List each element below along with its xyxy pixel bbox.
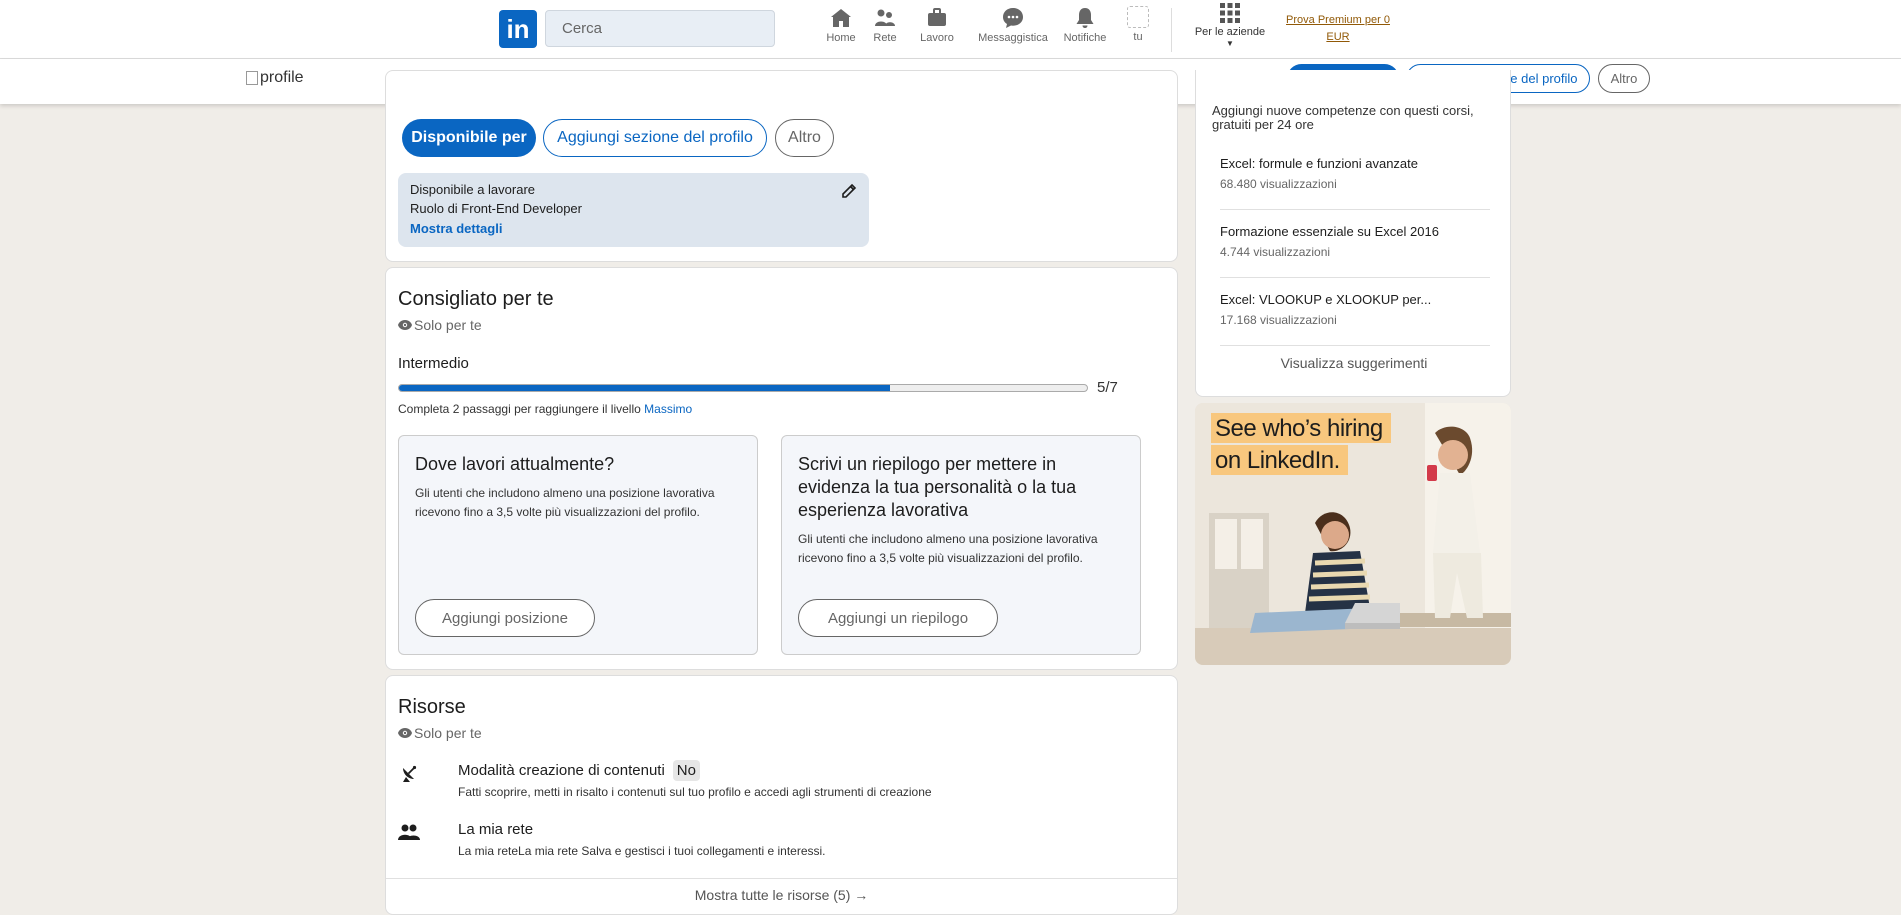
resources-visibility: Solo per te	[398, 725, 482, 741]
pencil-icon[interactable]	[841, 183, 857, 199]
suggestion-title: Dove lavori attualmente?	[415, 454, 615, 474]
learning-intro: Aggiungi nuove competenze con questi cor…	[1212, 103, 1474, 132]
premium-line-2: EUR	[1326, 31, 1350, 43]
more-button[interactable]: Altro	[775, 119, 834, 157]
chevron-down-icon: ▼	[1226, 39, 1234, 48]
nav-jobs-label: Lavoro	[920, 32, 954, 44]
recommended-visibility-label: Solo per te	[414, 317, 482, 333]
nav-network-label: Rete	[873, 32, 897, 44]
show-all-resources-link[interactable]: Mostra tutte le risorse (5) →	[386, 887, 1177, 903]
global-nav: in Cerca Home Rete Lavoro Messaggistica …	[0, 0, 1901, 59]
recommended-title: Consigliato per te	[398, 288, 554, 310]
linkedin-logo[interactable]: in	[499, 10, 537, 48]
suggestion-body: Gli utenti che includono almeno una posi…	[415, 486, 715, 519]
eye-icon	[398, 320, 412, 330]
resources-visibility-label: Solo per te	[414, 725, 482, 741]
hiring-ad-banner[interactable]: See who’s hiring on LinkedIn.	[1195, 403, 1511, 665]
progress-count: 5/7	[1097, 379, 1118, 396]
nav-me-label: tu	[1133, 31, 1143, 43]
home-icon	[831, 9, 851, 27]
course-title: Excel: formule e funzioni avanzate	[1220, 156, 1418, 171]
search-input[interactable]: Cerca	[545, 10, 775, 47]
recommended-card: Consigliato per te Solo per te Intermedi…	[385, 267, 1178, 670]
nav-network[interactable]: Rete	[857, 6, 913, 44]
course-item[interactable]: Excel: formule e funzioni avanzate 68.48…	[1220, 156, 1490, 191]
search-placeholder: Cerca	[562, 20, 603, 37]
available-button[interactable]: Disponibile per	[402, 119, 536, 157]
open-to-work-title: Disponibile a lavorare	[410, 182, 536, 197]
open-to-work-role: Ruolo di Front-End Developer	[410, 201, 582, 216]
progress-bar-fill	[399, 385, 891, 391]
nav-me[interactable]: tu	[1120, 6, 1156, 43]
course-divider	[1220, 345, 1490, 346]
ad-headline-line-2: on LinkedIn.	[1211, 445, 1348, 475]
nav-jobs[interactable]: Lavoro	[909, 6, 965, 44]
broken-image-icon	[246, 71, 258, 85]
show-details-link[interactable]: Mostra dettagli	[410, 221, 502, 236]
my-network-title[interactable]: La mia rete	[458, 821, 533, 838]
course-item[interactable]: Formazione essenziale su Excel 2016 4.74…	[1220, 224, 1490, 259]
premium-line-1: Prova Premium per 0	[1286, 14, 1390, 26]
course-title: Excel: VLOOKUP e XLOOKUP per...	[1220, 292, 1432, 307]
bell-icon	[1076, 8, 1094, 28]
add-section-button[interactable]: Aggiungi sezione del profilo	[543, 119, 767, 157]
nav-notifications-label: Notifiche	[1063, 32, 1107, 44]
eye-icon	[398, 728, 412, 738]
my-network-desc: La mia reteLa mia rete Salva e gestisci …	[458, 844, 826, 858]
status-badge: No	[672, 760, 700, 781]
course-divider	[1220, 209, 1490, 210]
nav-messaging-label: Messaggistica	[978, 32, 1048, 44]
progress-bar	[398, 384, 1088, 392]
creator-mode-desc: Fatti scoprire, metti in risalto i conte…	[458, 785, 932, 799]
level-label: Intermedio	[398, 355, 469, 372]
avatar	[1127, 6, 1149, 28]
recommended-visibility: Solo per te	[398, 317, 482, 333]
suggestion-title: Scrivi un riepilogo per mettere in evide…	[798, 454, 1077, 520]
course-item[interactable]: Excel: VLOOKUP e XLOOKUP per... 17.168 v…	[1220, 292, 1490, 327]
nav-business-label: Per le aziende	[1194, 26, 1266, 38]
course-divider	[1220, 277, 1490, 278]
progress-hint-level[interactable]: Massimo	[644, 402, 692, 416]
resources-card: Risorse Solo per te Modalità creazione d…	[385, 675, 1178, 915]
resources-divider	[386, 878, 1177, 879]
creator-mode-title: Modalità creazione di contenuti	[458, 762, 665, 779]
nav-notifications[interactable]: Notifiche	[1057, 6, 1113, 44]
show-suggestions-link[interactable]: Visualizza suggerimenti	[1196, 355, 1512, 371]
briefcase-icon	[928, 8, 946, 26]
nav-messaging[interactable]: Messaggistica	[975, 6, 1051, 44]
course-title: Formazione essenziale su Excel 2016	[1220, 224, 1439, 239]
nav-home-label: Home	[826, 32, 856, 44]
profile-alt-text: profile	[260, 69, 304, 86]
people-icon	[398, 824, 420, 840]
learning-card: Aggiungi nuove competenze con questi cor…	[1195, 70, 1511, 397]
course-views: 68.480 visualizzazioni	[1220, 177, 1337, 191]
resources-title: Risorse	[398, 696, 466, 718]
course-views: 17.168 visualizzazioni	[1220, 313, 1337, 327]
sticky-more-button[interactable]: Altro	[1598, 64, 1650, 93]
course-views: 4.744 visualizzazioni	[1220, 245, 1331, 259]
messaging-icon	[1003, 8, 1023, 28]
add-summary-button[interactable]: Aggiungi un riepilogo	[798, 599, 998, 637]
ad-headline-line-1: See who’s hiring	[1211, 413, 1391, 443]
nav-divider	[1171, 8, 1172, 52]
add-position-button[interactable]: Aggiungi posizione	[415, 599, 595, 637]
grid-icon	[1220, 3, 1240, 23]
premium-link[interactable]: Prova Premium per 0 EUR	[1285, 12, 1391, 46]
profile-image-broken: profile	[246, 69, 304, 87]
creator-mode-row[interactable]: Modalità creazione di contenuti No	[458, 760, 700, 781]
progress-hint: Completa 2 passaggi per raggiungere il l…	[398, 402, 692, 416]
progress-hint-text: Completa 2 passaggi per raggiungere il l…	[398, 402, 641, 416]
suggestion-card-position: Dove lavori attualmente? Gli utenti che …	[398, 435, 758, 655]
suggestion-body: Gli utenti che includono almeno una posi…	[798, 532, 1098, 565]
satellite-dish-icon	[403, 765, 417, 782]
network-icon	[875, 9, 895, 26]
nav-business[interactable]: Per le aziende ▼	[1190, 2, 1270, 50]
open-to-work-box: Disponibile a lavorare Ruolo di Front-En…	[398, 173, 869, 247]
profile-intro-card: Disponibile per Aggiungi sezione del pro…	[385, 70, 1178, 262]
suggestion-card-summary: Scrivi un riepilogo per mettere in evide…	[781, 435, 1141, 655]
